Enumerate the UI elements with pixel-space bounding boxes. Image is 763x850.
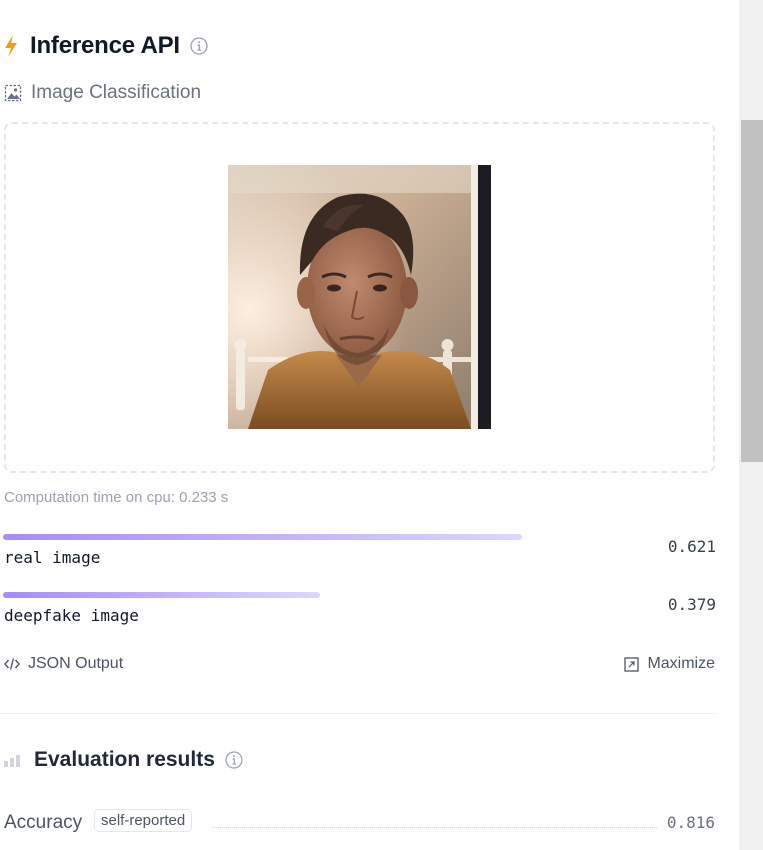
maximize-icon [624,656,640,672]
output-actions: JSON Output Maximize [4,655,715,677]
bar-chart-icon [4,755,20,767]
evaluation-header: Evaluation results [4,746,243,774]
json-output-button[interactable]: JSON Output [4,655,123,673]
maximize-label: Maximize [647,655,715,672]
code-icon [4,658,20,670]
portrait-photo [228,165,491,429]
score-bar [3,534,522,540]
metric-row: Accuracy self-reported 0.816 [4,809,715,837]
inference-api-title: Inference API [30,32,180,59]
result-row: real image 0.621 [3,534,716,574]
result-row: deepfake image 0.379 [3,592,716,632]
metric-name: Accuracy [4,812,83,833]
result-score: 0.379 [667,595,716,614]
scrollbar-thumb[interactable] [741,120,763,462]
info-icon[interactable] [190,37,208,55]
result-label: real image [4,548,101,567]
inference-api-header: Inference API [3,30,208,62]
task-label: Image Classification [31,82,202,103]
maximize-button[interactable]: Maximize [624,655,715,673]
result-score: 0.621 [667,537,716,556]
lightning-icon [5,35,17,57]
metric-value: 0.816 [666,813,715,832]
evaluation-title: Evaluation results [34,748,215,771]
image-classification-icon [4,84,22,102]
dotted-leader [212,827,657,828]
section-divider [0,713,716,714]
task-type: Image Classification [4,81,201,105]
computation-time: Computation time on cpu: 0.233 s [4,489,229,506]
result-label: deepfake image [4,606,139,625]
self-reported-badge: self-reported [94,809,193,832]
uploaded-image [228,165,491,429]
json-output-label: JSON Output [28,655,124,672]
info-icon[interactable] [225,751,243,769]
score-bar [3,592,320,598]
